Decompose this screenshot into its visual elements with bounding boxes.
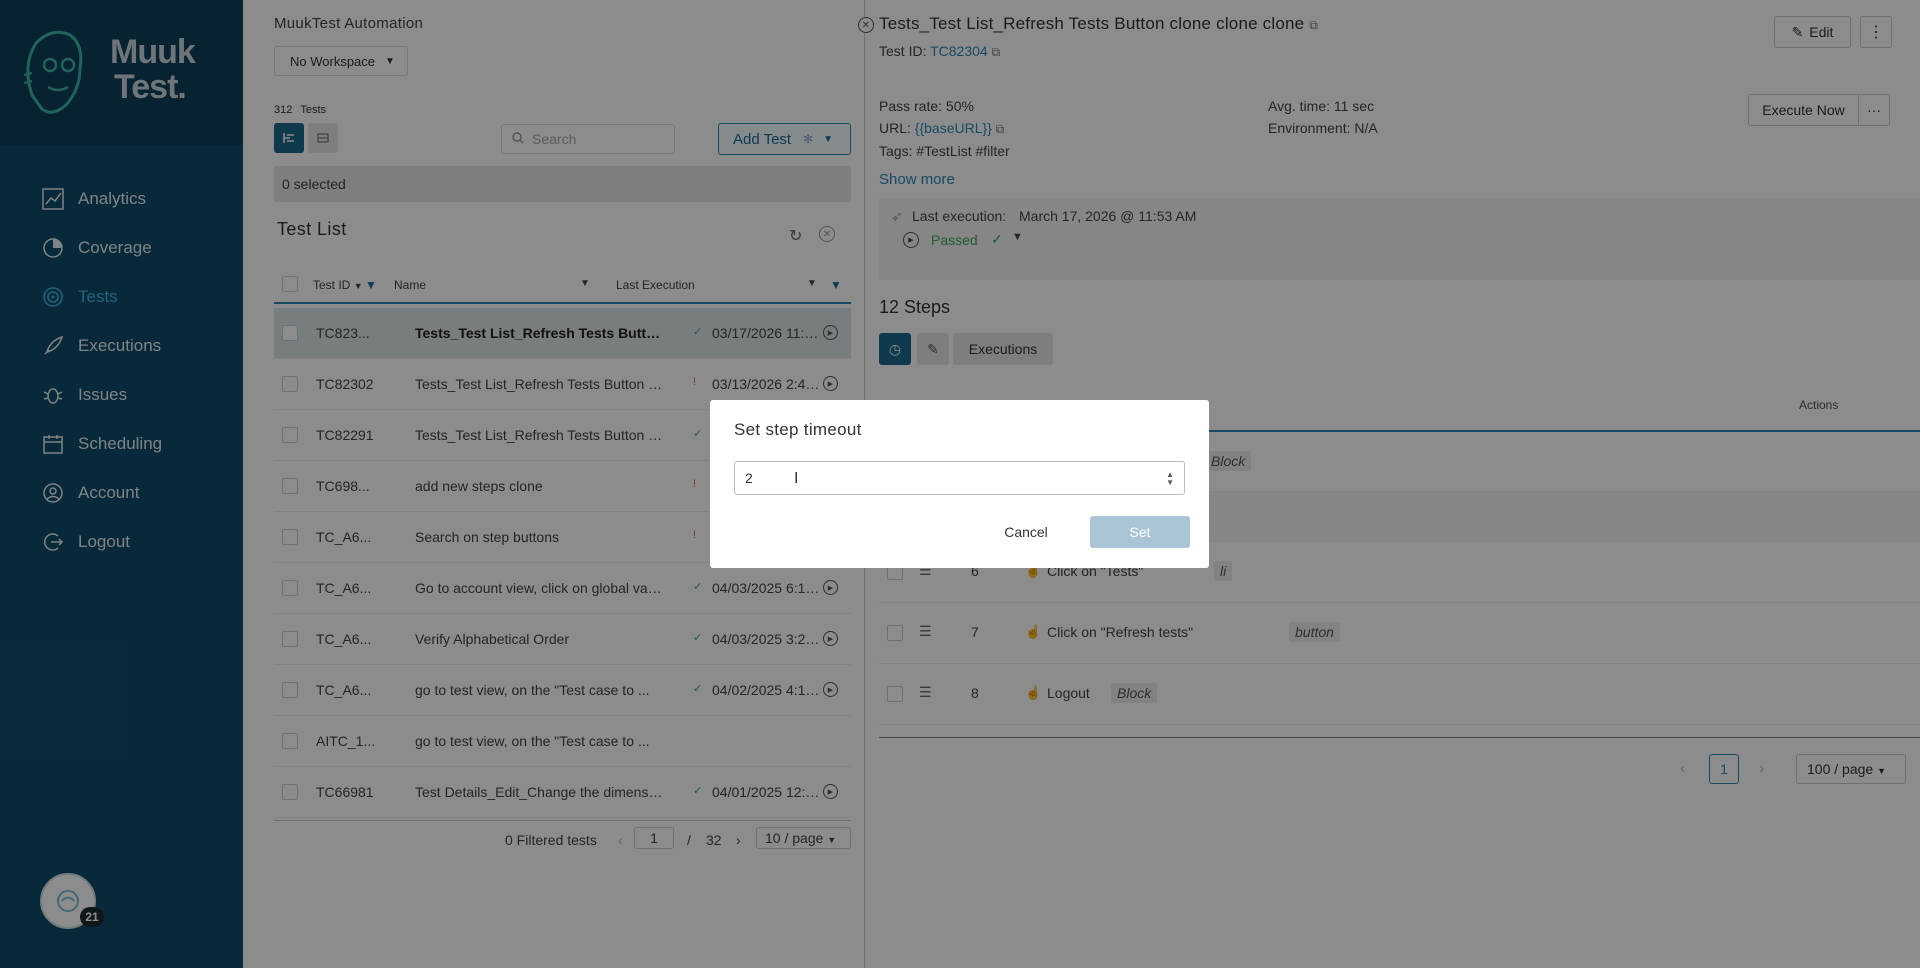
set-button[interactable]: Set [1090, 516, 1190, 548]
stepper-icon[interactable]: ▲ ▼ [1166, 471, 1174, 487]
set-timeout-dialog: Set step timeout 2 I ▲ ▼ Cancel Set [710, 400, 1209, 568]
text-cursor-icon: I [794, 470, 799, 487]
timeout-value: 2 [745, 470, 753, 486]
cancel-button[interactable]: Cancel [990, 517, 1062, 547]
dialog-title: Set step timeout [734, 420, 862, 439]
timeout-input[interactable]: 2 I ▲ ▼ [734, 461, 1185, 495]
